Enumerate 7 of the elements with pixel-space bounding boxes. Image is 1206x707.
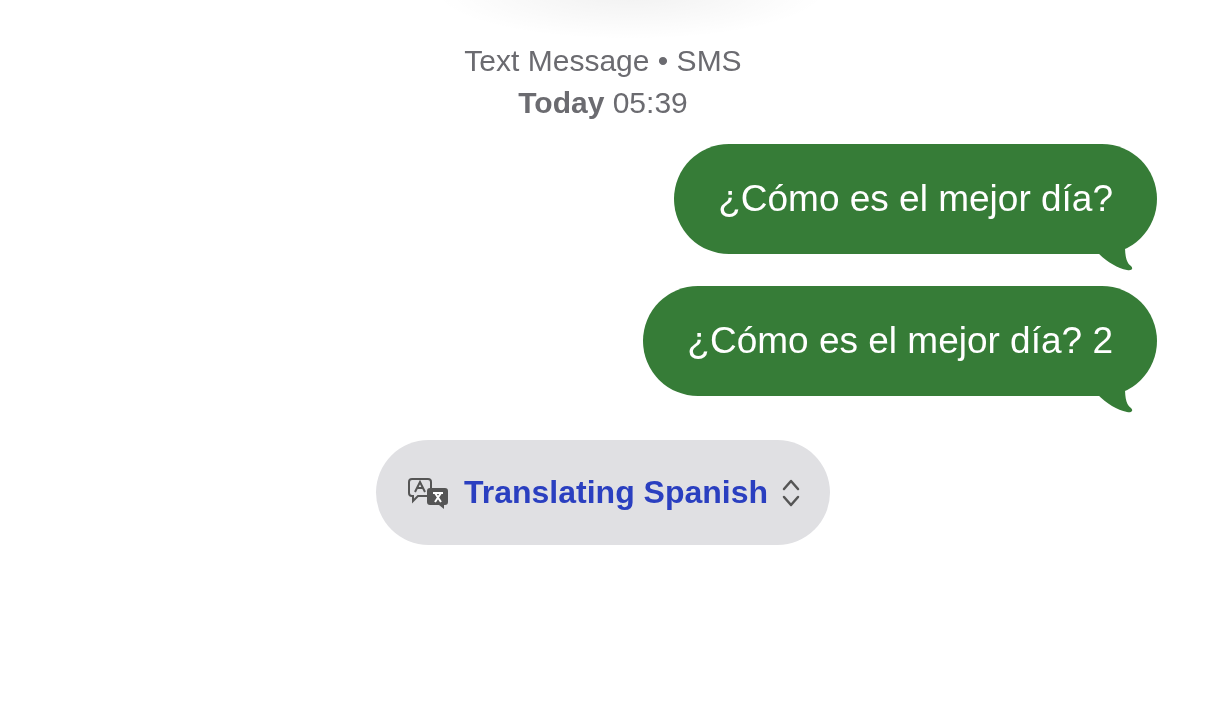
message-bubble: ¿Cómo es el mejor día? 2 bbox=[643, 286, 1157, 396]
chevron-updown-icon bbox=[782, 477, 801, 508]
translation-button[interactable]: Translating Spanish bbox=[375, 440, 831, 545]
message-bubble: ¿Cómo es el mejor día? bbox=[674, 144, 1157, 254]
timestamp: Today 05:39 bbox=[518, 85, 688, 121]
translate-icon bbox=[407, 476, 450, 509]
service-label: Text Message • SMS bbox=[464, 43, 742, 79]
